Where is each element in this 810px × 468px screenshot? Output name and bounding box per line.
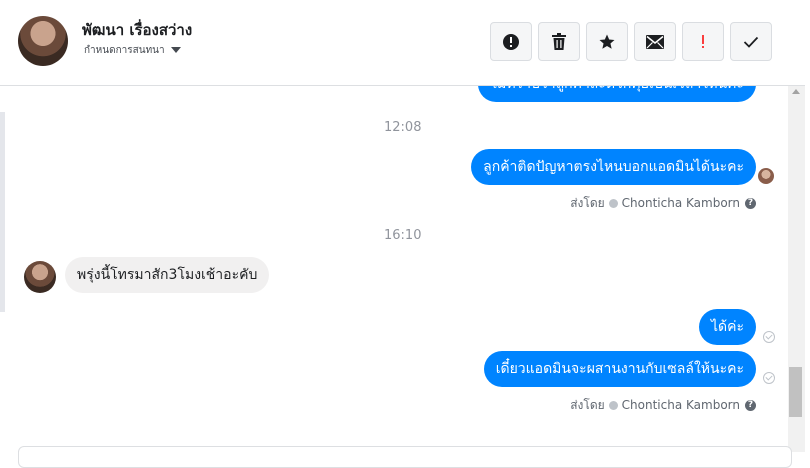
message-outgoing[interactable]: ได้ค่ะ xyxy=(698,309,756,345)
sent-by-line: ส่งโดย Chonticha Kamborn? xyxy=(570,396,756,415)
caret-down-icon xyxy=(170,47,181,53)
user-badge-icon xyxy=(608,401,618,410)
sent-by-line: ส่งโดย Chonticha Kamborn? xyxy=(570,194,756,213)
scrollbar-thumb[interactable] xyxy=(789,367,802,417)
mark-unread-button[interactable] xyxy=(634,22,676,61)
sent-by-label: ส่งโดย xyxy=(570,398,605,412)
trash-icon xyxy=(552,32,566,50)
sent-by-name[interactable]: Chonticha Kamborn xyxy=(622,196,740,210)
timestamp: 16:10 xyxy=(384,228,422,243)
done-button[interactable] xyxy=(730,22,772,61)
sender-avatar[interactable] xyxy=(24,261,56,293)
help-icon[interactable]: ? xyxy=(745,198,756,209)
right-edge xyxy=(805,0,810,452)
message-outgoing[interactable]: เดี๋ยวแอดมินจะผสานงานกับเซลล์ให้นะคะ xyxy=(483,351,756,387)
sent-check-icon xyxy=(763,372,775,384)
left-strip xyxy=(0,112,5,312)
contact-name[interactable]: พัฒนา เรื่องสว่าง xyxy=(82,18,192,42)
conversation-header: พัฒนา เรื่องสว่าง กำหนดการสนทนา xyxy=(0,0,805,86)
contact-avatar[interactable] xyxy=(18,16,68,66)
message-incoming[interactable]: พรุ่งนี้โทรมาสัก3โมงเช้าอะคับ xyxy=(65,257,270,293)
message-scrollbar[interactable] xyxy=(788,86,805,452)
exclamation-icon xyxy=(702,34,704,48)
message-thread[interactable]: ไม่ทราบว่าลูกค้าสะดวกคุยเป็นเวลาไหนค่ะ 1… xyxy=(6,86,788,448)
conversation-label-text: กำหนดการสนทนา xyxy=(84,45,165,56)
help-icon[interactable]: ? xyxy=(745,400,756,411)
user-badge-icon xyxy=(608,199,618,208)
timestamp: 12:08 xyxy=(384,120,422,135)
scroll-up-arrow-icon[interactable] xyxy=(792,89,800,94)
sent-by-label: ส่งโดย xyxy=(570,196,605,210)
sent-check-icon xyxy=(763,331,775,343)
spam-button[interactable] xyxy=(490,22,532,61)
message-composer[interactable] xyxy=(18,446,792,468)
conversation-label-dropdown[interactable]: กำหนดการสนทนา xyxy=(84,43,181,58)
message-outgoing-partial: ไม่ทราบว่าลูกค้าสะดวกคุยเป็นเวลาไหนค่ะ xyxy=(478,86,756,102)
message-outgoing[interactable]: ลูกค้าติดปัญหาตรงไหนบอกแอดมินได้นะคะ xyxy=(471,149,756,185)
seen-avatar xyxy=(758,168,774,184)
checkmark-icon xyxy=(743,36,759,48)
envelope-icon xyxy=(646,34,664,49)
sent-by-name[interactable]: Chonticha Kamborn xyxy=(622,398,740,412)
star-icon xyxy=(599,34,615,49)
follow-up-button[interactable] xyxy=(682,22,724,61)
delete-button[interactable] xyxy=(538,22,580,61)
star-button[interactable] xyxy=(586,22,628,61)
alert-circle-icon xyxy=(503,33,519,50)
